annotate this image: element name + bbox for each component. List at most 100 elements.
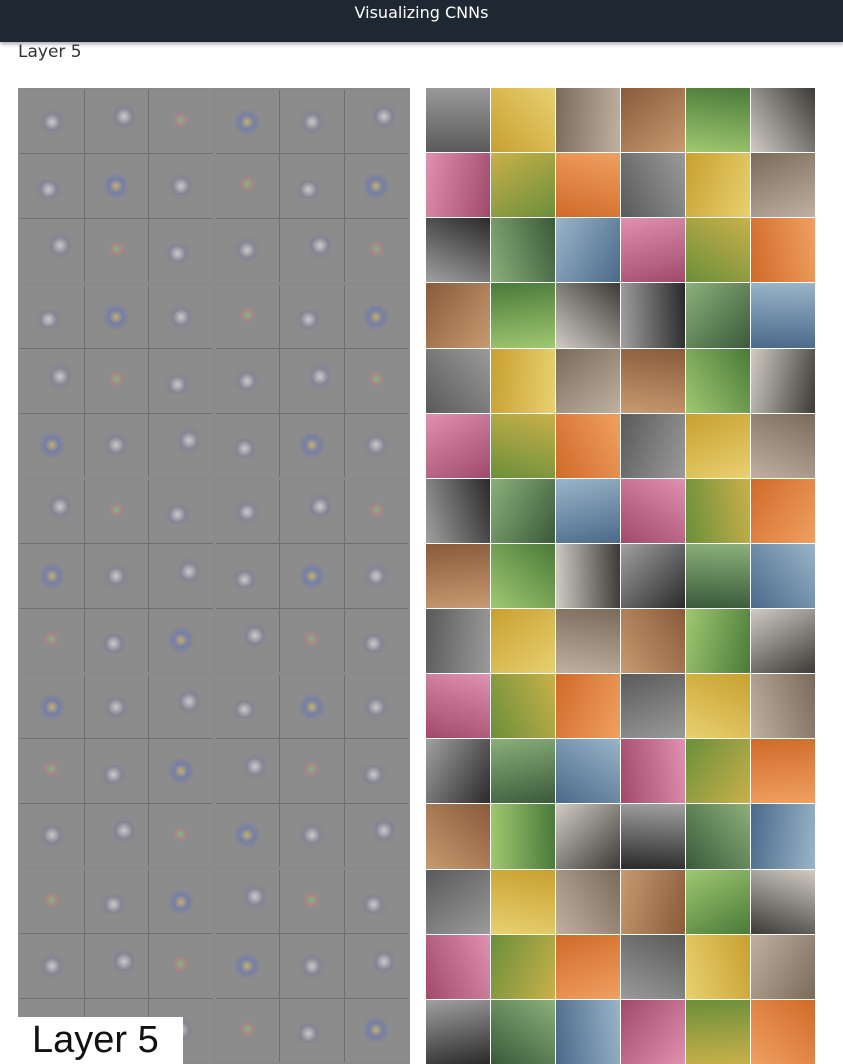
image-patch xyxy=(556,153,620,218)
image-patch xyxy=(556,804,620,869)
feature-tile xyxy=(215,870,279,934)
feature-tile xyxy=(280,544,344,608)
image-patch xyxy=(491,413,555,478)
feature-group xyxy=(215,285,408,477)
image-patch xyxy=(686,674,750,739)
image-patch xyxy=(491,739,555,804)
feature-tile xyxy=(149,870,213,934)
feature-visualization-grid xyxy=(18,88,410,1064)
feature-tile xyxy=(84,675,148,739)
feature-tile xyxy=(84,480,148,544)
feature-tile xyxy=(149,154,213,218)
image-patch xyxy=(686,413,750,478)
feature-group xyxy=(215,90,408,282)
feature-tile xyxy=(344,218,408,282)
feature-tile xyxy=(149,480,213,544)
feature-tile xyxy=(344,90,408,154)
image-patch xyxy=(686,804,750,869)
image-patch xyxy=(491,218,555,283)
feature-group xyxy=(215,480,408,672)
feature-tile xyxy=(280,154,344,218)
image-patch xyxy=(621,739,685,804)
image-patch xyxy=(491,543,555,609)
feature-tile xyxy=(280,870,344,934)
feature-tile xyxy=(84,803,148,867)
feature-tile xyxy=(149,675,213,739)
feature-tile xyxy=(344,803,408,867)
top-bar: Visualizing CNNs xyxy=(0,0,843,42)
feature-tile xyxy=(344,285,408,349)
image-patch xyxy=(556,218,620,283)
image-patch xyxy=(686,869,750,934)
feature-tile xyxy=(20,480,84,544)
feature-tile xyxy=(149,608,213,672)
feature-tile xyxy=(20,675,84,739)
image-patch xyxy=(621,413,685,478)
image-patch xyxy=(686,934,750,999)
image-patch xyxy=(621,153,685,218)
image-patch xyxy=(426,543,490,609)
image-patch xyxy=(556,348,620,413)
image-patch xyxy=(426,153,490,218)
image-patch xyxy=(751,804,815,869)
feature-tile xyxy=(149,413,213,477)
feature-tile xyxy=(215,544,279,608)
feature-group xyxy=(20,480,213,672)
image-patch xyxy=(491,88,555,153)
feature-tile xyxy=(215,998,279,1062)
image-patch xyxy=(426,609,490,674)
image-patch xyxy=(621,934,685,999)
image-patch xyxy=(491,283,555,348)
image-patch xyxy=(491,999,555,1064)
image-patch xyxy=(621,88,685,153)
feature-tile xyxy=(20,218,84,282)
layer-label: Layer 5 xyxy=(18,1017,183,1064)
feature-tile xyxy=(344,154,408,218)
feature-tile xyxy=(280,934,344,998)
feature-tile xyxy=(20,544,84,608)
feature-tile xyxy=(84,608,148,672)
image-patch xyxy=(426,804,490,869)
image-patch xyxy=(556,999,620,1064)
image-patch xyxy=(426,218,490,283)
feature-tile xyxy=(280,413,344,477)
feature-tile xyxy=(280,285,344,349)
image-patch xyxy=(556,934,620,999)
feature-tile xyxy=(280,739,344,803)
image-patch xyxy=(621,999,685,1064)
image-patch xyxy=(426,999,490,1064)
image-patch xyxy=(426,348,490,413)
feature-tile xyxy=(20,285,84,349)
image-patch xyxy=(686,609,750,674)
feature-tile xyxy=(149,218,213,282)
image-patch xyxy=(686,478,750,543)
image-patch xyxy=(751,739,815,804)
feature-tile xyxy=(344,608,408,672)
feature-tile xyxy=(84,90,148,154)
feature-group xyxy=(215,675,408,867)
image-patch xyxy=(556,609,620,674)
feature-tile xyxy=(344,934,408,998)
image-patch xyxy=(491,609,555,674)
feature-tile xyxy=(149,285,213,349)
feature-tile xyxy=(344,480,408,544)
image-patch xyxy=(751,283,815,348)
slide-figure: Layer 5 xyxy=(18,88,815,1064)
feature-tile xyxy=(215,608,279,672)
image-patch xyxy=(686,348,750,413)
image-patch xyxy=(426,413,490,478)
feature-tile xyxy=(344,998,408,1062)
image-patch xyxy=(751,218,815,283)
feature-tile xyxy=(20,608,84,672)
feature-tile xyxy=(149,544,213,608)
image-patch xyxy=(621,804,685,869)
feature-tile xyxy=(149,803,213,867)
image-patch xyxy=(686,218,750,283)
feature-tile xyxy=(344,413,408,477)
image-patch xyxy=(751,88,815,153)
image-patch xyxy=(556,413,620,478)
image-patch xyxy=(556,283,620,348)
image-patch xyxy=(426,934,490,999)
feature-tile xyxy=(215,413,279,477)
feature-tile xyxy=(215,480,279,544)
